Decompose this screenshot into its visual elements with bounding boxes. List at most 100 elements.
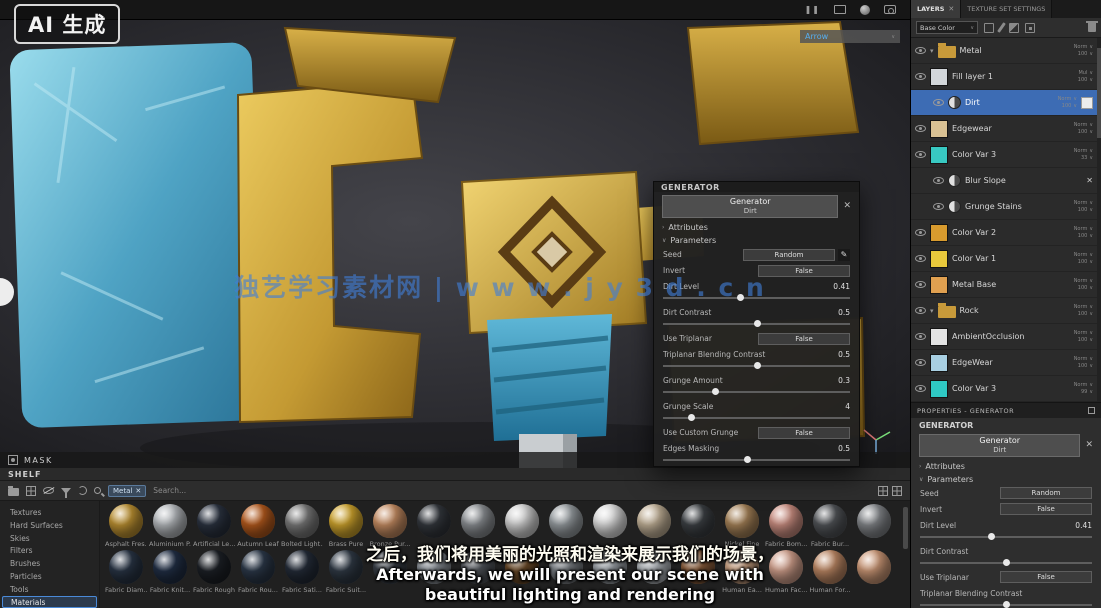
visibility-eye-icon[interactable]: [915, 307, 926, 314]
visibility-eye-icon[interactable]: [915, 73, 926, 80]
material-ball-icon[interactable]: [860, 5, 870, 15]
blend-mode-dropdown[interactable]: Norm∨: [1074, 122, 1093, 128]
material-tile[interactable]: Nickel Fine: [720, 504, 764, 548]
select-icon[interactable]: [984, 23, 994, 33]
folder-icon[interactable]: [8, 488, 19, 496]
generator-target-button[interactable]: Generator Dirt: [919, 434, 1080, 457]
opacity-dropdown[interactable]: 100∨: [1078, 259, 1093, 265]
parameter-value-button[interactable]: False: [1000, 503, 1092, 515]
material-tile[interactable]: Asphalt Fres...: [104, 504, 148, 548]
layer-row[interactable]: ▾ Rock Norm∨ 100∨ ✕: [911, 298, 1097, 324]
blend-mode-dropdown[interactable]: Norm∨: [1074, 330, 1093, 336]
shelf-category[interactable]: Skies: [0, 533, 99, 545]
slider-handle[interactable]: [754, 320, 761, 327]
opacity-dropdown[interactable]: 100∨: [1078, 311, 1093, 317]
opacity-dropdown[interactable]: 100∨: [1078, 129, 1093, 135]
material-tile[interactable]: Aluminium P...: [148, 504, 192, 548]
pencil-icon[interactable]: [997, 22, 1006, 33]
grid-icon[interactable]: [26, 486, 36, 496]
material-tile[interactable]: [456, 504, 500, 548]
refresh-icon[interactable]: [78, 486, 87, 495]
material-tile[interactable]: Brass Pure: [324, 504, 368, 548]
blend-mode-dropdown[interactable]: Norm∨: [1074, 226, 1093, 232]
material-tile[interactable]: Human For...: [808, 550, 852, 594]
material-tile[interactable]: [852, 504, 896, 548]
generator-target-button[interactable]: Generator Dirt: [662, 195, 838, 218]
material-tile[interactable]: [588, 504, 632, 548]
slider-handle[interactable]: [744, 456, 751, 463]
pause-icon[interactable]: ❚❚: [805, 5, 820, 14]
parameter-slider[interactable]: [663, 362, 850, 371]
visibility-eye-icon[interactable]: [915, 229, 926, 236]
opacity-dropdown[interactable]: 100∨: [1078, 233, 1093, 239]
arrow-tool-dropdown[interactable]: Arrow ∨: [800, 30, 900, 43]
layer-row[interactable]: ▾ Color Var 2 Norm∨ 100∨ ✕: [911, 220, 1097, 246]
parameter-slider[interactable]: [920, 559, 1092, 568]
close-icon[interactable]: ✕: [135, 487, 141, 495]
parameter-slider[interactable]: [920, 533, 1092, 542]
slider-handle[interactable]: [988, 533, 995, 540]
material-tile[interactable]: [544, 504, 588, 548]
filter-tag-metal[interactable]: Metal ✕: [108, 485, 146, 497]
shelf-category[interactable]: Filters: [0, 545, 99, 557]
channel-dropdown[interactable]: Base Color ∨: [916, 21, 978, 34]
slider-handle[interactable]: [1003, 601, 1010, 608]
visibility-eye-icon[interactable]: [933, 203, 944, 210]
shelf-category[interactable]: Hard Surfaces: [0, 520, 99, 532]
material-tile[interactable]: [500, 550, 544, 594]
opacity-dropdown[interactable]: 100∨: [1078, 337, 1093, 343]
opacity-dropdown[interactable]: 33∨: [1081, 155, 1093, 161]
opacity-dropdown[interactable]: 100∨: [1078, 77, 1093, 83]
parameter-value-button[interactable]: False: [1000, 571, 1092, 583]
folder-expand-icon[interactable]: ▾: [930, 307, 934, 315]
material-tile[interactable]: [852, 550, 896, 594]
blend-mode-dropdown[interactable]: Norm∨: [1074, 200, 1093, 206]
opacity-dropdown[interactable]: 100∨: [1062, 103, 1077, 109]
material-tile[interactable]: [676, 550, 720, 594]
eye-off-icon[interactable]: [43, 487, 54, 494]
shelf-category[interactable]: Tools: [0, 584, 99, 596]
trash-icon[interactable]: [1088, 23, 1096, 32]
blend-mode-dropdown[interactable]: Norm∨: [1074, 44, 1093, 50]
visibility-eye-icon[interactable]: [915, 281, 926, 288]
opacity-dropdown[interactable]: 100∨: [1078, 51, 1093, 57]
grid-view-icon[interactable]: [878, 486, 888, 496]
blend-mode-dropdown[interactable]: Norm∨: [1074, 148, 1093, 154]
material-tile[interactable]: Fabric Knit...: [148, 550, 192, 594]
material-tile[interactable]: [632, 504, 676, 548]
camera-icon[interactable]: [884, 5, 896, 14]
opacity-dropdown[interactable]: 100∨: [1078, 207, 1093, 213]
generator-dialog[interactable]: GENERATOR Generator Dirt ✕ › Attributes …: [653, 181, 860, 467]
parameter-slider[interactable]: [663, 456, 850, 465]
parameter-value-button[interactable]: False: [758, 265, 850, 277]
visibility-eye-icon[interactable]: [915, 333, 926, 340]
material-tile[interactable]: Bolted Light...: [280, 504, 324, 548]
mask-thumbnail[interactable]: [1081, 97, 1093, 109]
layer-row[interactable]: ▾ Blur Slope ∨ ∨ ✕: [911, 168, 1097, 194]
close-icon[interactable]: ✕: [948, 5, 954, 13]
material-tile[interactable]: [544, 550, 588, 594]
filter-funnel-icon[interactable]: [61, 488, 71, 494]
attributes-section-header[interactable]: › Attributes: [654, 220, 859, 233]
material-tile[interactable]: Artificial Le...: [192, 504, 236, 548]
material-tile[interactable]: [412, 504, 456, 548]
layer-row[interactable]: ▾ Dirt Norm∨ 100∨ ✕: [911, 90, 1097, 116]
scrollbar[interactable]: [1097, 38, 1101, 402]
material-tile[interactable]: Bronze Pur...: [368, 504, 412, 548]
folder-expand-icon[interactable]: ▾: [930, 47, 934, 55]
scrollbar[interactable]: [903, 507, 908, 549]
blend-mode-dropdown[interactable]: Norm∨: [1074, 252, 1093, 258]
opacity-dropdown[interactable]: 100∨: [1078, 285, 1093, 291]
layer-row[interactable]: ▾ Metal Base Norm∨ 100∨ ✕: [911, 272, 1097, 298]
shelf-category[interactable]: Textures: [0, 507, 99, 519]
tab-texture-set-settings[interactable]: TEXTURE SET SETTINGS: [961, 0, 1052, 18]
parameters-section-header[interactable]: ∨ Parameters: [654, 233, 859, 246]
blend-mode-dropdown[interactable]: Norm∨: [1074, 382, 1093, 388]
close-icon[interactable]: ✕: [843, 202, 851, 211]
material-tile[interactable]: [500, 504, 544, 548]
material-tile[interactable]: [632, 550, 676, 594]
visibility-eye-icon[interactable]: [915, 359, 926, 366]
parameter-value-button[interactable]: False: [758, 333, 850, 345]
slider-handle[interactable]: [737, 294, 744, 301]
material-tile[interactable]: Human Ea...: [720, 550, 764, 594]
